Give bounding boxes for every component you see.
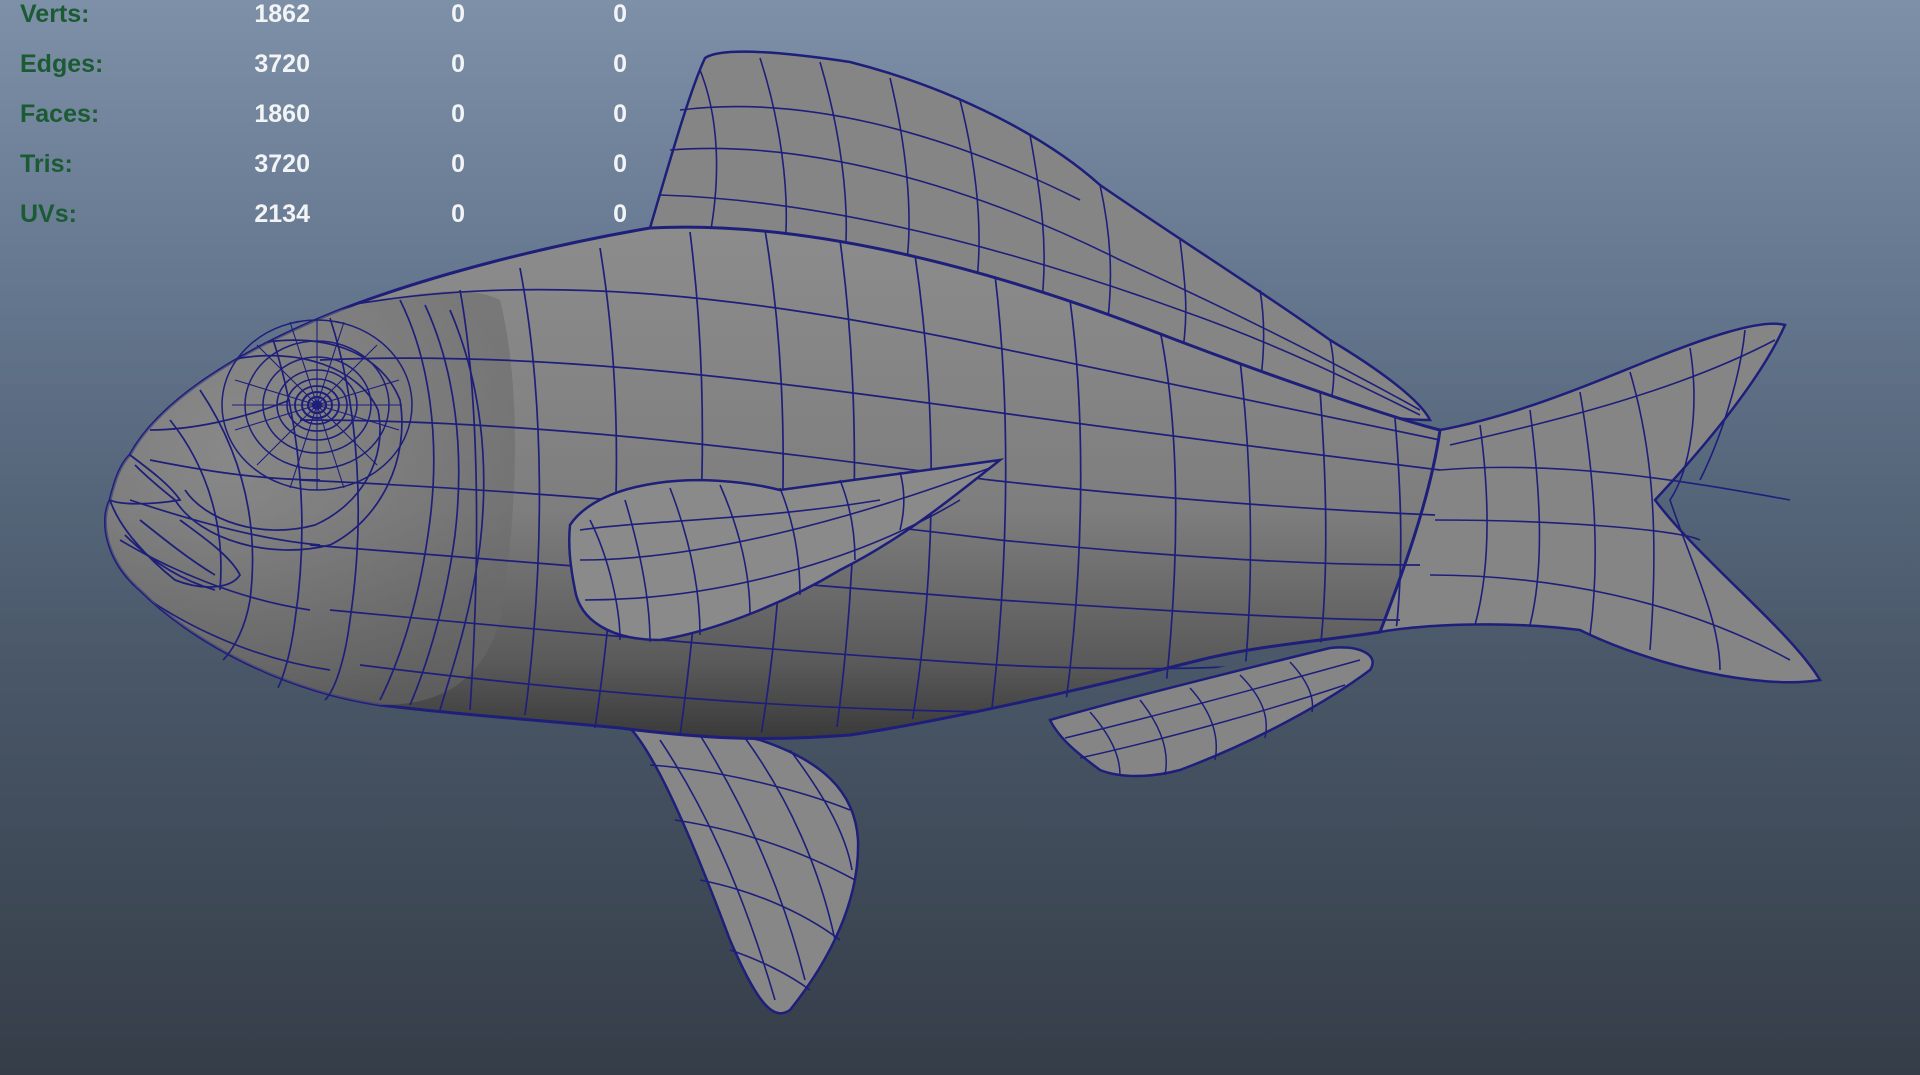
hud-value: 0 (451, 0, 465, 28)
hud-value: 2134 (254, 200, 310, 228)
hud-value: 0 (613, 150, 627, 178)
hud-value: 0 (451, 150, 465, 178)
hud-value: 0 (613, 0, 627, 28)
hud-value: 0 (613, 50, 627, 78)
hud-label: Tris: (20, 150, 73, 178)
hud-row-verts: Verts: 1862 0 0 (20, 0, 640, 30)
hud-value: 3720 (254, 50, 310, 78)
hud-label: UVs: (20, 200, 77, 228)
hud-value: 0 (451, 200, 465, 228)
hud-label: Edges: (20, 50, 104, 78)
hud-row-edges: Edges: 3720 0 0 (20, 50, 640, 80)
hud-label: Verts: (20, 0, 90, 28)
pelvic-fin (627, 725, 860, 1015)
hud-value: 1860 (254, 100, 310, 128)
hud-value: 0 (451, 100, 465, 128)
hud-label: Faces: (20, 100, 100, 128)
hud-row-tris: Tris: 3720 0 0 (20, 150, 640, 180)
hud-value: 0 (613, 200, 627, 228)
hud-value: 1862 (254, 0, 310, 28)
hud-value: 3720 (254, 150, 310, 178)
hud-value: 0 (613, 100, 627, 128)
hud-row-faces: Faces: 1860 0 0 (20, 100, 640, 130)
tail-fin (1378, 322, 1823, 684)
hud-row-uvs: UVs: 2134 0 0 (20, 200, 640, 230)
hud-value: 0 (451, 50, 465, 78)
